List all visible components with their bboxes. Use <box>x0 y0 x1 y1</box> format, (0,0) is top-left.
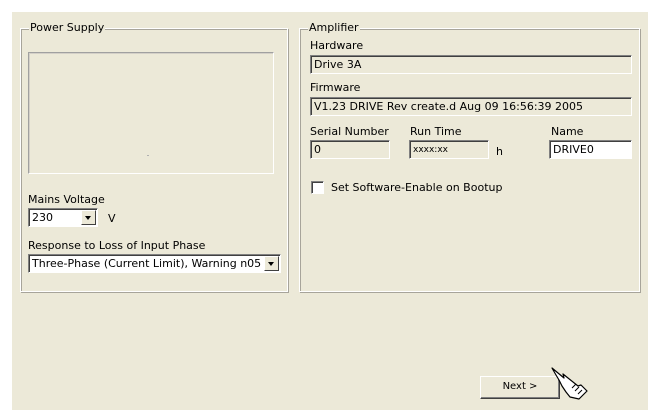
serial-number-field: 0 <box>310 140 390 159</box>
response-loss-phase-select[interactable]: Three-Phase (Current Limit), Warning n05 <box>28 254 281 273</box>
image-placeholder-dot <box>147 155 149 156</box>
response-loss-phase-label: Response to Loss of Input Phase <box>28 239 206 252</box>
amplifier-group: Amplifier Hardware Drive 3A Firmware V1.… <box>299 21 640 292</box>
firmware-field: V1.23 DRIVE Rev create.d Aug 09 16:56:39… <box>310 97 632 116</box>
drive-setup-dialog: Power Supply Mains Voltage 230 V Respons… <box>12 12 648 410</box>
mains-voltage-label: Mains Voltage <box>28 193 105 206</box>
next-button[interactable]: Next > <box>480 376 560 399</box>
software-enable-label[interactable]: Set Software-Enable on Bootup <box>331 181 502 194</box>
software-enable-checkbox[interactable] <box>311 181 324 194</box>
hardware-field: Drive 3A <box>310 55 632 74</box>
chevron-down-icon[interactable] <box>264 256 279 271</box>
response-loss-phase-value: Three-Phase (Current Limit), Warning n05 <box>32 257 262 270</box>
power-supply-group: Power Supply Mains Voltage 230 V Respons… <box>20 21 288 292</box>
firmware-label: Firmware <box>310 81 361 94</box>
run-time-label: Run Time <box>410 125 462 138</box>
run-time-field: xxxx:xx <box>409 140 489 159</box>
mains-voltage-value: 230 <box>32 211 53 224</box>
run-time-unit: h <box>496 145 503 158</box>
serial-number-label: Serial Number <box>310 125 389 138</box>
name-label: Name <box>551 125 584 138</box>
chevron-down-icon[interactable] <box>81 210 96 225</box>
mains-voltage-unit: V <box>108 212 116 225</box>
hand-pointer-icon <box>551 367 588 400</box>
hardware-label: Hardware <box>310 39 364 52</box>
mains-voltage-select[interactable]: 230 <box>28 208 98 227</box>
name-input[interactable]: DRIVE0 <box>549 140 632 159</box>
amplifier-title: Amplifier <box>308 21 360 35</box>
power-supply-title: Power Supply <box>29 21 106 35</box>
power-supply-image-frame <box>28 52 274 174</box>
